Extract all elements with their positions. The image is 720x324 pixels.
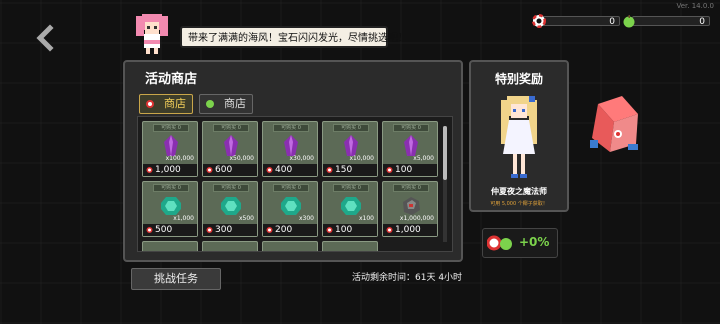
shop-item-grid: 可购买 0 x100,000 1,000 可购买 0 x50,000 600 可… — [137, 116, 453, 252]
shop-item-partial[interactable] — [262, 241, 318, 251]
lifebuoy-icon — [266, 167, 273, 173]
shop-item[interactable]: 可购买 0 x5,000 100 — [382, 121, 438, 177]
item-price-value: 300 — [215, 225, 233, 235]
green-apple-icon — [206, 100, 214, 108]
item-quantity: x30,000 — [289, 155, 314, 162]
item-price: 500 — [143, 224, 197, 236]
shop-item[interactable]: 可购买 0 x50,000 600 — [202, 121, 258, 177]
item-price-value: 1,000 — [395, 225, 421, 235]
item-quantity: x300 — [298, 215, 314, 222]
item-limit-tag: 可购买 0 — [213, 124, 249, 132]
item-quantity: x10,000 — [349, 155, 374, 162]
tab-label: 商店 — [164, 97, 186, 110]
item-price: 200 — [263, 224, 317, 236]
event-shop-panel: 活动商店 商店 商店 可购买 0 x100,000 1,000 可购买 0 x5… — [123, 60, 463, 262]
shop-item-partial[interactable] — [322, 241, 378, 251]
lifebuoy-icon — [146, 167, 153, 173]
item-quantity: x500 — [238, 215, 254, 222]
item-limit-tag: 可购买 0 — [393, 124, 429, 132]
item-quantity: x1,000 — [173, 215, 194, 222]
item-price: 300 — [203, 224, 257, 236]
item-price-value: 400 — [275, 165, 293, 175]
item-quantity: x100,000 — [165, 155, 194, 162]
lifebuoy-icon — [386, 167, 393, 173]
item-price-value: 100 — [335, 225, 353, 235]
item-quantity: x100 — [358, 215, 374, 222]
item-limit-tag: 可购买 0 — [273, 184, 309, 192]
item-price-value: 600 — [215, 165, 233, 175]
bonus-indicator: +0% — [482, 228, 558, 258]
item-price: 100 — [323, 224, 377, 236]
item-limit-tag: 可购买 0 — [153, 184, 189, 192]
item-price: 1,000 — [383, 224, 437, 236]
version-label: Ver. 14.0.0 — [676, 2, 714, 10]
beach-gift-icon[interactable] — [588, 94, 642, 156]
item-price-value: 100 — [395, 165, 413, 175]
shop-item[interactable]: 可购买 0 x100,000 1,000 — [142, 121, 198, 177]
shop-item[interactable]: 可购买 0 x1,000,000 1,000 — [382, 181, 438, 237]
shop-item-partial[interactable] — [142, 241, 198, 251]
item-limit-tag: 可购买 0 — [273, 124, 309, 132]
green-apple-icon — [623, 15, 635, 28]
bonus-value: +0% — [519, 235, 550, 249]
shop-item[interactable]: 可购买 0 x1,000 500 — [142, 181, 198, 237]
item-price: 600 — [203, 164, 257, 176]
item-limit-tag: 可购买 0 — [153, 124, 189, 132]
currency-lifebuoy-value: 0 — [542, 16, 620, 27]
shop-item-partial[interactable] — [202, 241, 258, 251]
item-quantity: x5,000 — [413, 155, 434, 162]
challenge-mission-button[interactable]: 挑战任务 — [131, 268, 221, 290]
item-price-value: 200 — [275, 225, 293, 235]
item-limit-tag: 可购买 0 — [333, 184, 369, 192]
lifebuoy-icon — [206, 227, 213, 233]
bonus-apple-icon — [487, 235, 512, 251]
scrollbar-thumb[interactable] — [443, 126, 447, 180]
item-price: 1,000 — [143, 164, 197, 176]
item-limit-tag: 可购买 0 — [213, 184, 249, 192]
item-quantity: x50,000 — [229, 155, 254, 162]
tab-apple-shop[interactable]: 商店 — [199, 94, 253, 114]
shop-item[interactable]: 可购买 0 x100 100 — [322, 181, 378, 237]
item-price-value: 1,000 — [155, 165, 181, 175]
item-limit-tag: 可购买 0 — [393, 184, 429, 192]
lifebuoy-icon — [266, 227, 273, 233]
lifebuoy-icon — [326, 167, 333, 173]
currency-apple-value: 0 — [632, 16, 710, 27]
shop-item[interactable]: 可购买 0 x300 200 — [262, 181, 318, 237]
special-reward-panel[interactable]: 特别奖励 仲夏夜之魔法师 可用 5,000 个椰子获取！ — [469, 60, 569, 212]
lifebuoy-icon — [326, 227, 333, 233]
tab-label: 商店 — [224, 97, 246, 110]
reward-subtitle: 可用 5,000 个椰子获取！ — [490, 201, 548, 207]
shop-item[interactable]: 可购买 0 x500 300 — [202, 181, 258, 237]
reward-character-image — [501, 96, 537, 178]
npc-avatar — [136, 14, 168, 54]
reward-title: 特别奖励 — [494, 72, 543, 86]
item-price-value: 500 — [155, 225, 173, 235]
lifebuoy-icon — [146, 227, 153, 233]
back-arrow-icon[interactable] — [32, 24, 56, 52]
lifebuoy-icon — [146, 100, 154, 108]
shop-title: 活动商店 — [145, 72, 198, 87]
item-limit-tag: 可购买 0 — [333, 124, 369, 132]
item-price-value: 150 — [335, 165, 353, 175]
tab-lifebuoy-shop[interactable]: 商店 — [139, 94, 193, 114]
item-price: 150 — [323, 164, 377, 176]
lifebuoy-icon — [532, 14, 546, 28]
lifebuoy-icon — [386, 227, 393, 233]
item-price: 400 — [263, 164, 317, 176]
npc-speech-bubble: 带来了满满的海风！宝石闪闪发光，尽情挑选吧！ — [180, 26, 408, 48]
event-time-remaining: 活动剩余时间：61天 4小时 — [352, 273, 463, 283]
reward-name: 仲夏夜之魔法师 — [491, 187, 547, 196]
shop-item[interactable]: 可购买 0 x10,000 150 — [322, 121, 378, 177]
item-price: 100 — [383, 164, 437, 176]
lifebuoy-icon — [206, 167, 213, 173]
item-quantity: x1,000,000 — [399, 215, 434, 222]
shop-item[interactable]: 可购买 0 x30,000 400 — [262, 121, 318, 177]
